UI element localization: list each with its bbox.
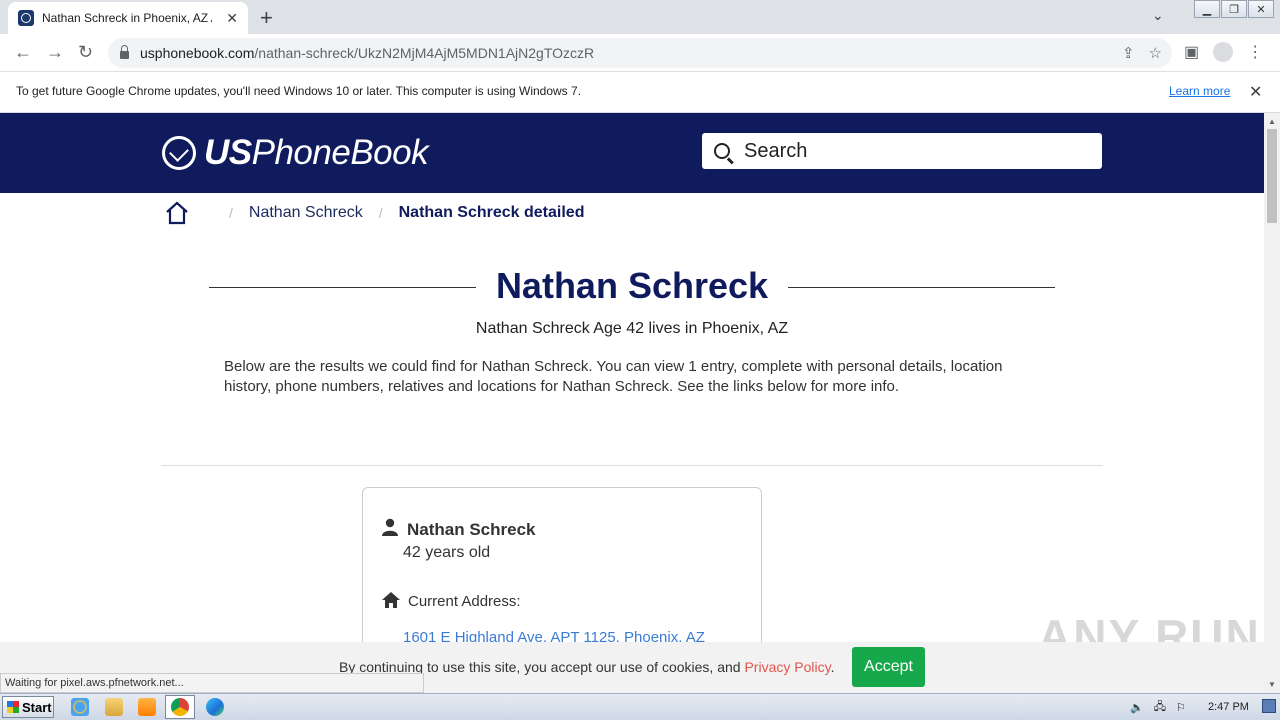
current-address-label: Current Address: [408, 593, 521, 610]
accept-cookies-button[interactable]: Accept [852, 647, 925, 687]
volume-icon[interactable]: 🔈 [1130, 701, 1144, 714]
breadcrumb-separator: / [229, 205, 233, 221]
intro-paragraph: Below are the results we could find for … [224, 358, 1003, 395]
logo-check-icon [162, 136, 196, 170]
minimize-icon[interactable]: ▁ [1194, 0, 1220, 18]
page-viewport: USPhoneBook / Nathan Schreck / Nathan Sc… [0, 113, 1264, 693]
card-person-age: 42 years old [403, 544, 491, 561]
search-box[interactable] [702, 133, 1102, 169]
page-title: Nathan Schreck [209, 265, 1055, 307]
logo-text-bold: US [204, 133, 252, 172]
tab-strip: Nathan Schreck in Phoenix, AZ Age 42 ✕ +… [0, 0, 1280, 34]
url-host: usphonebook.com [140, 45, 255, 61]
taskbar-clock[interactable]: 2:47 PM [1208, 701, 1249, 713]
browser-toolbar: ← → ↻ usphonebook.com/nathan-schreck/Ukz… [0, 34, 1280, 72]
search-icon[interactable] [714, 143, 730, 159]
lock-icon[interactable] [120, 45, 129, 59]
infobar-message: To get future Google Chrome updates, you… [16, 84, 582, 98]
breadcrumb-item-name[interactable]: Nathan Schreck [249, 204, 363, 222]
back-arrow-icon[interactable]: ← [14, 42, 32, 63]
breadcrumb-separator: / [378, 205, 383, 221]
bookmark-star-icon[interactable]: ☆ [1149, 44, 1162, 62]
network-icon[interactable]: 🖧 [1154, 698, 1166, 717]
site-header: USPhoneBook [0, 113, 1264, 193]
scroll-down-arrow-icon[interactable]: ▼ [1268, 680, 1276, 689]
page-subtitle: Nathan Schreck Age 42 lives in Phoenix, … [475, 320, 789, 337]
breadcrumb: / Nathan Schreck / Nathan Schreck detail… [165, 201, 584, 225]
share-icon[interactable]: ⇪ [1122, 44, 1135, 62]
site-favicon-icon [18, 10, 34, 26]
file-explorer-icon[interactable] [105, 698, 123, 716]
system-tray: 🔈 🖧 ⚐ 2:47 PM [1122, 696, 1280, 719]
status-bubble: Waiting for pixel.aws.pfnetwork.net... [0, 673, 424, 693]
tab-search-chevron-icon[interactable]: ⌄ [1152, 7, 1164, 24]
show-desktop-icon[interactable] [1262, 699, 1276, 713]
breadcrumb-item-detailed: Nathan Schreck detailed [398, 204, 585, 221]
close-window-icon[interactable]: ✕ [1248, 0, 1274, 18]
reload-icon[interactable]: ↻ [78, 42, 93, 63]
action-center-flag-icon[interactable]: ⚐ [1176, 701, 1186, 714]
title-row: Nathan Schreck [209, 265, 1055, 315]
kebab-menu-icon[interactable]: ⋮ [1247, 42, 1263, 62]
logo-text-rest: PhoneBook [251, 133, 429, 172]
infobar-close-icon[interactable]: ✕ [1249, 82, 1262, 102]
page-scrollbar[interactable]: ▲ ▼ [1264, 113, 1280, 693]
browser-tab[interactable]: Nathan Schreck in Phoenix, AZ Age 42 ✕ [8, 2, 248, 34]
house-icon [382, 592, 400, 608]
profile-avatar-icon[interactable] [1213, 42, 1234, 62]
windows-flag-icon [7, 701, 19, 713]
home-icon[interactable] [165, 201, 189, 225]
side-panel-icon[interactable]: ▣ [1184, 42, 1199, 62]
window-controls: ▁ ❐ ✕ [1193, 0, 1274, 18]
internet-explorer-icon[interactable] [71, 698, 89, 716]
taskbar-chrome-button[interactable] [165, 695, 195, 719]
start-label: Start [22, 699, 52, 715]
privacy-policy-link[interactable]: Privacy Policy [744, 659, 830, 675]
media-player-icon[interactable] [138, 698, 156, 716]
tab-close-icon[interactable]: ✕ [226, 10, 238, 27]
new-tab-plus-icon[interactable]: + [260, 5, 273, 31]
scrollbar-thumb[interactable] [1267, 129, 1277, 223]
edge-icon[interactable] [206, 698, 224, 716]
url-path: /nathan-schreck/UkzN2MjM4AjM5MDN1AjN2gTO… [254, 45, 595, 61]
address-bar[interactable]: usphonebook.com/nathan-schreck/UkzN2MjM4… [108, 38, 1172, 68]
scroll-up-arrow-icon[interactable]: ▲ [1268, 117, 1276, 126]
windows-taskbar: Start 🔈 🖧 ⚐ 2:47 PM [0, 693, 1280, 720]
search-input[interactable] [744, 139, 1074, 163]
section-divider [161, 465, 1103, 466]
card-person-name[interactable]: Nathan Schreck [407, 520, 536, 540]
user-icon [382, 518, 398, 536]
tab-title: Nathan Schreck in Phoenix, AZ Age 42 [42, 11, 212, 25]
learn-more-link[interactable]: Learn more [1169, 84, 1230, 98]
forward-arrow-icon[interactable]: → [46, 42, 64, 63]
start-button[interactable]: Start [2, 696, 54, 718]
restore-icon[interactable]: ❐ [1221, 0, 1247, 18]
site-logo[interactable]: USPhoneBook [162, 133, 429, 173]
update-infobar: To get future Google Chrome updates, you… [0, 72, 1280, 113]
chrome-icon [171, 698, 189, 716]
